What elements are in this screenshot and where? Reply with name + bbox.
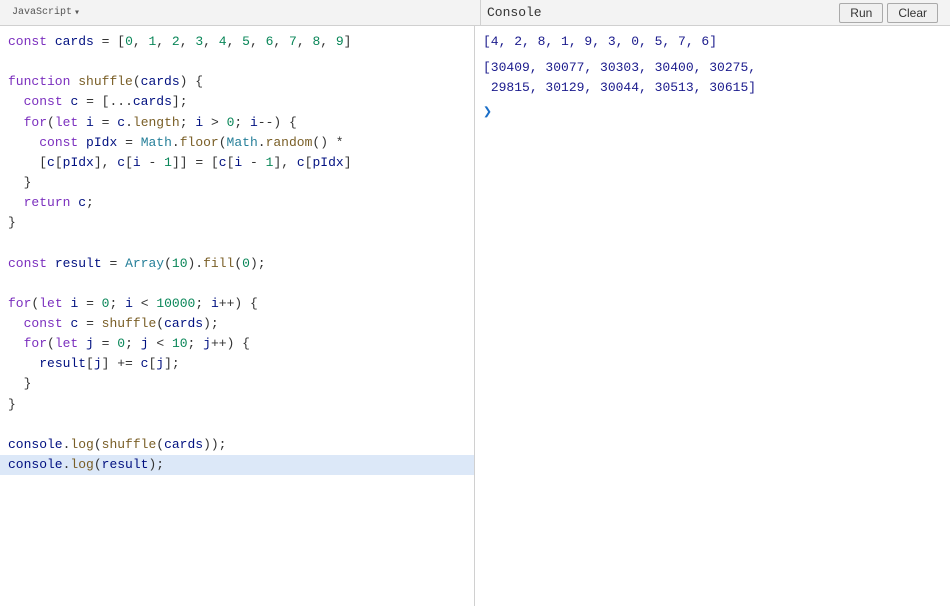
code-line-11	[0, 233, 474, 253]
code-line-10: }	[0, 213, 474, 233]
code-line-5: for(let i = c.length; i > 0; i--) {	[0, 113, 474, 133]
code-line-3: function shuffle(cards) {	[0, 72, 474, 92]
code-line-1: const cards = [0, 1, 2, 3, 4, 5, 6, 7, 8…	[0, 32, 474, 52]
code-line-4: const c = [...cards];	[0, 92, 474, 112]
console-input[interactable]	[496, 104, 942, 119]
code-line-22: console.log(result);	[0, 455, 474, 475]
code-line-19: }	[0, 395, 474, 415]
console-panel: [4, 2, 8, 1, 9, 3, 0, 5, 7, 6] [30409, 3…	[475, 26, 950, 606]
code-line-13	[0, 274, 474, 294]
console-prompt[interactable]: ❯	[483, 102, 942, 121]
language-label: JavaScript	[12, 7, 72, 18]
code-line-21: console.log(shuffle(cards));	[0, 435, 474, 455]
console-label: Console	[487, 5, 835, 20]
code-line-6: const pIdx = Math.floor(Math.random() *	[0, 133, 474, 153]
prompt-arrow-icon: ❯	[483, 102, 492, 121]
language-selector[interactable]: JavaScript ▾	[12, 7, 80, 19]
code-line-17: result[j] += c[j];	[0, 354, 474, 374]
code-line-16: for(let j = 0; j < 10; j++) {	[0, 334, 474, 354]
console-output-1: [4, 2, 8, 1, 9, 3, 0, 5, 7, 6]	[483, 32, 942, 52]
code-line-18: }	[0, 374, 474, 394]
code-editor[interactable]: const cards = [0, 1, 2, 3, 4, 5, 6, 7, 8…	[0, 26, 475, 606]
code-line-12: const result = Array(10).fill(0);	[0, 254, 474, 274]
code-line-2	[0, 52, 474, 72]
clear-button[interactable]: Clear	[887, 3, 938, 23]
chevron-down-icon: ▾	[74, 7, 80, 19]
code-line-7: [c[pIdx], c[i - 1]] = [c[i - 1], c[pIdx]	[0, 153, 474, 173]
run-button[interactable]: Run	[839, 3, 883, 23]
console-output-2: [30409, 30077, 30303, 30400, 30275, 2981…	[483, 58, 942, 98]
code-line-15: const c = shuffle(cards);	[0, 314, 474, 334]
code-line-9: return c;	[0, 193, 474, 213]
code-line-14: for(let i = 0; i < 10000; i++) {	[0, 294, 474, 314]
code-line-20	[0, 415, 474, 435]
code-line-8: }	[0, 173, 474, 193]
